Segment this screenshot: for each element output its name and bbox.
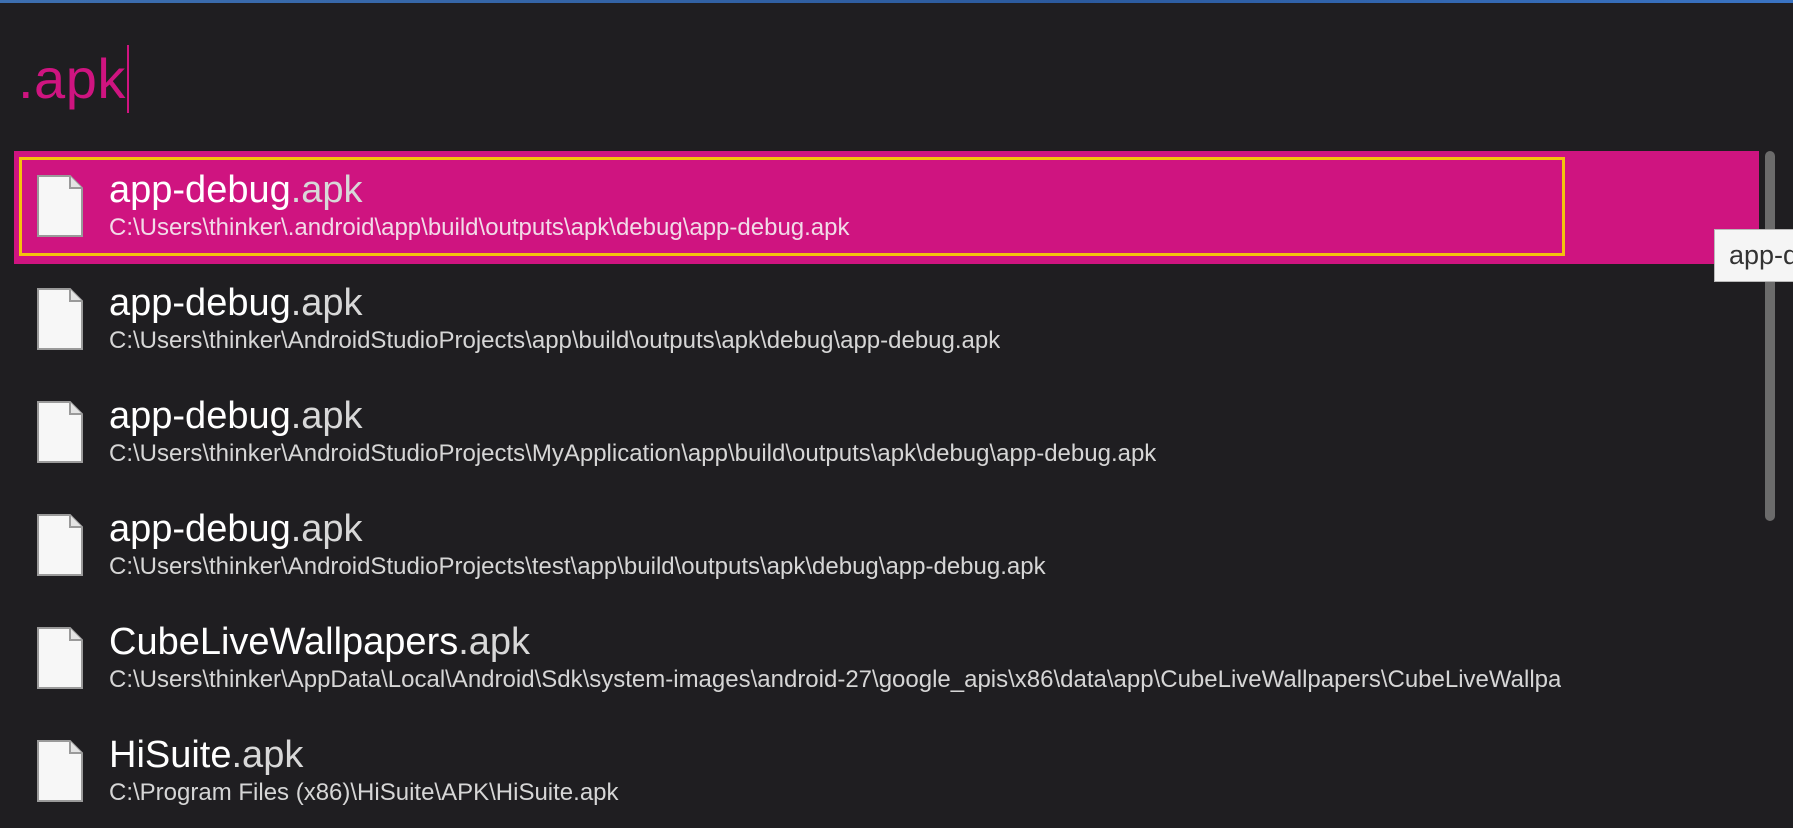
result-name: app-debug [109, 169, 291, 211]
result-path: C:\Users\thinker\AndroidStudioProjects\M… [109, 440, 1157, 467]
result-extension: .apk [458, 621, 531, 663]
result-name: app-debug [109, 282, 291, 324]
result-path: C:\Users\thinker\AndroidStudioProjects\t… [109, 553, 1046, 580]
result-extension: .apk [290, 282, 363, 324]
results-list: app-debug.apk C:\Users\thinker\.android\… [14, 151, 1759, 828]
result-extension: .apk [231, 734, 304, 776]
result-title: app-debug.apk [109, 282, 363, 324]
result-name: HiSuite [109, 734, 232, 776]
file-icon [37, 175, 83, 237]
search-box[interactable]: .apk [18, 44, 129, 114]
result-item[interactable]: app-debug.apk C:\Users\thinker\AndroidSt… [14, 264, 1759, 377]
result-title: app-debug.apk [109, 169, 363, 211]
tooltip: app-d [1714, 229, 1793, 282]
result-extension: .apk [290, 395, 363, 437]
file-icon [37, 288, 83, 350]
result-extension: .apk [290, 508, 363, 550]
search-input[interactable]: .apk [18, 44, 126, 114]
result-name: app-debug [109, 508, 291, 550]
window-top-edge [0, 0, 1793, 3]
result-item-selected[interactable]: app-debug.apk C:\Users\thinker\.android\… [14, 151, 1759, 264]
result-name: app-debug [109, 395, 291, 437]
file-icon [37, 401, 83, 463]
scrollbar-thumb[interactable] [1765, 151, 1775, 521]
result-item[interactable]: CubeLiveWallpapers.apk C:\Users\thinker\… [14, 603, 1759, 716]
result-title: app-debug.apk [109, 395, 363, 437]
result-title: HiSuite.apk [109, 734, 303, 776]
result-extension: .apk [290, 169, 363, 211]
result-path: C:\Program Files (x86)\HiSuite\APK\HiSui… [109, 779, 619, 806]
file-icon [37, 514, 83, 576]
launcher-window: .apk app-debug.apk C:\Users\thinker\.and… [0, 0, 1793, 828]
file-icon [37, 627, 83, 689]
result-path: C:\Users\thinker\AppData\Local\Android\S… [109, 666, 1562, 693]
result-path: C:\Users\thinker\.android\app\build\outp… [109, 214, 850, 241]
result-item[interactable]: app-debug.apk C:\Users\thinker\AndroidSt… [14, 490, 1759, 603]
file-icon [37, 740, 83, 802]
result-path: C:\Users\thinker\AndroidStudioProjects\a… [109, 327, 1001, 354]
result-title: CubeLiveWallpapers.apk [109, 621, 530, 663]
result-item[interactable]: HiSuite.apk C:\Program Files (x86)\HiSui… [14, 716, 1759, 828]
result-item[interactable]: app-debug.apk C:\Users\thinker\AndroidSt… [14, 377, 1759, 490]
result-title: app-debug.apk [109, 508, 363, 550]
result-name: CubeLiveWallpapers [109, 621, 459, 663]
text-caret [126, 45, 129, 113]
